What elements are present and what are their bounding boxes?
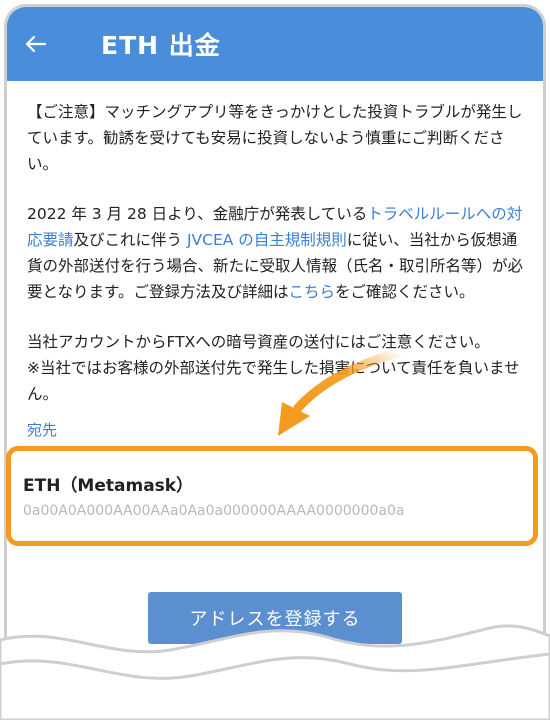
ftx-warning-text: 当社アカウントからFTXへの暗号資産の送付にはご注意ください。 ※当社ではお客様の… xyxy=(27,329,523,407)
app-bar: ETH 出金 xyxy=(7,7,543,81)
details-here-link[interactable]: こちら xyxy=(289,283,336,301)
travel-rule-mid: 及びこれに伴う xyxy=(73,231,187,249)
destination-address: 0a00A0A000AA00AAa0Aa0a000000AAAA0000000a… xyxy=(23,503,405,519)
destination-name: ETH（Metamask） xyxy=(23,476,194,496)
destination-card[interactable]: ETH（Metamask） 0a00A0A000AA00AAa0Aa0a0000… xyxy=(6,446,538,546)
notice-section: 【ご注意】マッチングアプリ等をきっかけとした投資トラブルが発生しています。勧誘を… xyxy=(27,99,523,431)
register-address-button[interactable]: アドレスを登録する xyxy=(148,592,402,644)
page-title: ETH 出金 xyxy=(101,31,221,60)
travel-rule-end: をご確認ください。 xyxy=(335,283,475,301)
destination-label: 宛先 xyxy=(27,421,58,439)
travel-rule-prefix: 2022 年 3 月 28 日より、金融庁が発表している xyxy=(27,205,368,223)
ftx-warning: 当社アカウントからFTXへの暗号資産の送付にはご注意ください。 xyxy=(27,333,490,351)
caution-text: 【ご注意】マッチングアプリ等をきっかけとした投資トラブルが発生しています。勧誘を… xyxy=(27,103,523,173)
travel-rule-text: 2022 年 3 月 28 日より、金融庁が発表しているトラベルルールへの対応要… xyxy=(27,201,523,305)
jvcea-rule-link[interactable]: JVCEA の自主規制規則 xyxy=(187,231,347,249)
screen: ETH 出金 【ご注意】マッチングアプリ等をきっかけとした投資トラブルが発生して… xyxy=(0,0,550,720)
back-arrow-icon[interactable] xyxy=(7,7,65,81)
liability-note: ※当社ではお客様の外部送付先で発生した損害について責任を負いません。 xyxy=(27,359,520,403)
